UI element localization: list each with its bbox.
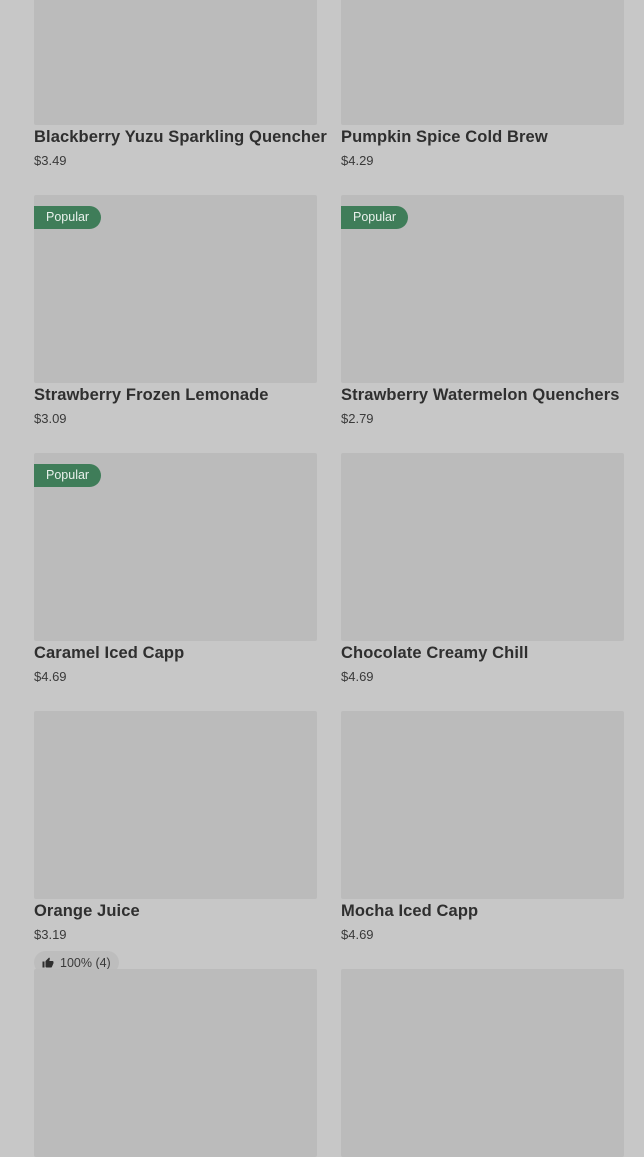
product-image[interactable] <box>341 969 624 1157</box>
popular-badge: Popular <box>34 206 102 229</box>
product-grid: Blackberry Yuzu Sparkling Quencher $3.49… <box>34 0 624 1157</box>
product-image[interactable] <box>341 0 624 125</box>
popular-badge: Popular <box>34 464 102 487</box>
product-card[interactable] <box>341 969 624 1157</box>
product-price: $3.19 <box>34 927 67 942</box>
product-image[interactable] <box>34 0 317 125</box>
product-card[interactable]: Pumpkin Spice Cold Brew $4.29 <box>341 0 624 168</box>
product-card[interactable]: Blackberry Yuzu Sparkling Quencher $3.49 <box>34 0 327 168</box>
product-card[interactable]: Popular Caramel Iced Capp $4.69 <box>34 453 317 684</box>
product-image[interactable] <box>34 711 317 899</box>
thumbs-up-icon <box>42 957 54 969</box>
product-image[interactable] <box>34 969 317 1157</box>
product-name: Caramel Iced Capp <box>34 644 185 662</box>
product-name: Pumpkin Spice Cold Brew <box>341 128 548 146</box>
product-price: $4.69 <box>34 669 67 684</box>
product-name: Mocha Iced Capp <box>341 902 479 920</box>
product-card[interactable]: Chocolate Creamy Chill $4.69 <box>341 453 624 684</box>
product-price: $4.69 <box>341 927 374 942</box>
rating-text: 100% (4) <box>60 955 111 970</box>
product-name: Strawberry Frozen Lemonade <box>34 386 269 404</box>
product-price: $3.49 <box>34 153 67 168</box>
product-name: Chocolate Creamy Chill <box>341 644 529 662</box>
product-image[interactable] <box>341 453 624 641</box>
product-price: $2.79 <box>341 411 374 426</box>
product-name: Strawberry Watermelon Quenchers <box>341 386 620 404</box>
product-card[interactable]: Mocha Iced Capp $4.69 <box>341 711 624 942</box>
product-name: Blackberry Yuzu Sparkling Quencher <box>34 128 327 146</box>
product-card[interactable] <box>34 969 317 1157</box>
product-image[interactable] <box>341 711 624 899</box>
product-price: $4.69 <box>341 669 374 684</box>
product-card[interactable]: Popular Strawberry Watermelon Quenchers … <box>341 195 624 426</box>
popular-badge: Popular <box>341 206 409 229</box>
product-card[interactable]: Popular Strawberry Frozen Lemonade $3.09 <box>34 195 317 426</box>
product-card[interactable]: Orange Juice $3.19 100% (4) <box>34 711 317 974</box>
product-price: $3.09 <box>34 411 67 426</box>
product-price: $4.29 <box>341 153 374 168</box>
product-name: Orange Juice <box>34 902 140 920</box>
